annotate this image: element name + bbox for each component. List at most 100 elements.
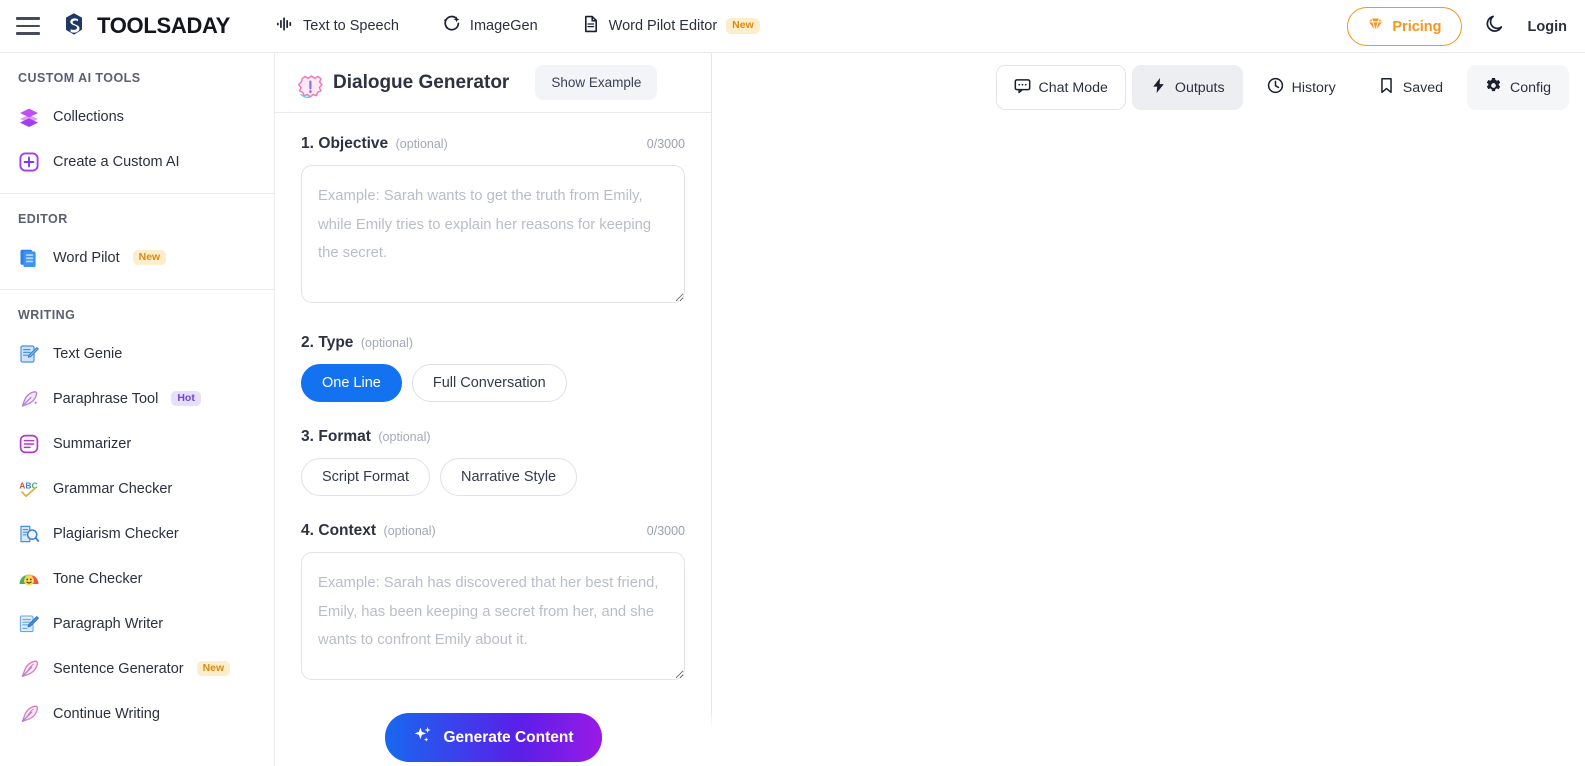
field-objective-label-wrap: 1. Objective (optional) xyxy=(301,135,448,153)
document-pen-icon xyxy=(18,343,40,365)
format-option-script-format[interactable]: Script Format xyxy=(301,458,431,496)
sidebar-item-collections[interactable]: Collections xyxy=(0,94,274,139)
chat-mode-button[interactable]: Chat Mode xyxy=(995,65,1126,110)
sidebar-section-editor: EDITOR xyxy=(18,212,68,226)
context-input[interactable] xyxy=(301,552,685,680)
nav-text-to-speech[interactable]: Text to Speech xyxy=(276,15,399,37)
outputs-button[interactable]: Outputs xyxy=(1131,65,1243,110)
sidebar-item-label: Sentence Generator xyxy=(53,660,184,677)
saved-label: Saved xyxy=(1402,79,1443,96)
clock-icon xyxy=(1267,77,1284,98)
abc-check-icon: A B C xyxy=(18,478,40,500)
sparkle-image-icon xyxy=(443,15,461,37)
logo-mark-icon xyxy=(60,10,88,43)
history-button[interactable]: History xyxy=(1249,65,1354,110)
field-type-label-wrap: 2. Type (optional) xyxy=(301,334,413,352)
sidebar-item-paragraph-writer[interactable]: Paragraph Writer xyxy=(0,601,274,646)
lightning-icon xyxy=(1150,77,1167,98)
field-type: 2. Type (optional) One Line Full Convers… xyxy=(301,334,685,402)
history-label: History xyxy=(1291,79,1336,96)
book-magnifier-icon xyxy=(18,523,40,545)
sidebar-item-plagiarism-checker[interactable]: Plagiarism Checker xyxy=(0,511,274,556)
sparkles-icon xyxy=(413,725,433,750)
sidebar-item-word-pilot[interactable]: Word Pilot New xyxy=(0,235,274,280)
bookmark-icon xyxy=(1378,77,1395,98)
field-label: Format xyxy=(318,428,371,445)
field-label: Context xyxy=(318,522,377,539)
objective-input[interactable] xyxy=(301,165,685,303)
waveform-icon xyxy=(276,15,294,37)
sidebar-item-paraphrase-tool[interactable]: Paraphrase Tool Hot xyxy=(0,376,274,421)
login-link[interactable]: Login xyxy=(1528,19,1567,35)
show-example-button[interactable]: Show Example xyxy=(535,65,658,100)
field-char-counter: 0/3000 xyxy=(646,524,685,538)
quill-sparkle-icon xyxy=(18,388,40,410)
sidebar-badge-hot: Hot xyxy=(171,390,201,407)
dark-mode-toggle[interactable] xyxy=(1484,13,1506,40)
field-type-header: 2. Type (optional) xyxy=(301,334,685,352)
sidebar-divider xyxy=(0,289,274,290)
config-button[interactable]: Config xyxy=(1466,65,1569,110)
format-option-narrative-style[interactable]: Narrative Style xyxy=(440,458,578,496)
generate-content-button[interactable]: Generate Content xyxy=(385,713,602,762)
sidebar-item-label: Collections xyxy=(53,108,124,125)
page-pencil-icon xyxy=(18,613,40,635)
sidebar-item-tone-checker[interactable]: Tone Checker xyxy=(0,556,274,601)
output-toolbar: Chat Mode Outputs History Saved Config xyxy=(995,65,1569,110)
sidebar-item-label: Tone Checker xyxy=(53,570,143,587)
field-format-header: 3. Format (optional) xyxy=(301,428,685,446)
field-context-label-wrap: 4. Context (optional) xyxy=(301,522,436,540)
output-panel: Chat Mode Outputs History Saved Config xyxy=(713,53,1585,766)
document-blue-icon xyxy=(18,247,40,269)
saved-button[interactable]: Saved xyxy=(1360,65,1461,110)
sidebar-item-label: Continue Writing xyxy=(53,705,160,722)
toolsaday-logo[interactable]: TOOLSADAY xyxy=(60,10,230,43)
sidebar-section-custom-ai-tools: CUSTOM AI TOOLS xyxy=(18,71,141,85)
nav-label: Text to Speech xyxy=(303,18,399,34)
svg-text:B: B xyxy=(25,480,31,490)
layers-icon xyxy=(18,106,40,128)
sidebar-badge-new: New xyxy=(132,249,167,266)
field-number: 2. xyxy=(301,334,314,351)
format-options: Script Format Narrative Style xyxy=(301,458,685,496)
field-optional-tag: (optional) xyxy=(378,430,431,444)
sidebar-item-continue-writing[interactable]: Continue Writing xyxy=(0,691,274,736)
field-number: 1. xyxy=(301,135,314,152)
nav-word-pilot-editor[interactable]: Word Pilot Editor New xyxy=(582,15,760,37)
nav-imagegen[interactable]: ImageGen xyxy=(443,15,538,37)
form-header: Dialogue Generator Show Example xyxy=(275,53,711,113)
feather-icon xyxy=(18,703,40,725)
sidebar-section-writing: WRITING xyxy=(18,308,76,322)
sidebar-item-summarizer[interactable]: Summarizer xyxy=(0,421,274,466)
sidebar-item-create-custom-ai[interactable]: Create a Custom AI xyxy=(0,139,274,184)
sidebar-item-text-genie[interactable]: Text Genie xyxy=(0,331,274,376)
sidebar-item-label: Paragraph Writer xyxy=(53,615,164,632)
logo-text: TOOLSADAY xyxy=(97,13,230,38)
type-option-one-line[interactable]: One Line xyxy=(301,364,402,402)
sidebar-item-label: Paraphrase Tool xyxy=(53,390,159,407)
hamburger-menu-icon[interactable] xyxy=(16,17,40,35)
pricing-button[interactable]: Pricing xyxy=(1347,7,1462,46)
sidebar-item-grammar-checker[interactable]: A B C Grammar Checker xyxy=(0,466,274,511)
top-navigation-bar: TOOLSADAY Text to Speech ImageGen Word P… xyxy=(0,0,1585,53)
top-right-actions: Pricing Login xyxy=(1347,0,1567,53)
generate-label: Generate Content xyxy=(443,728,574,746)
type-option-full-conversation[interactable]: Full Conversation xyxy=(411,364,567,402)
field-context: 4. Context (optional) 0/3000 xyxy=(301,522,685,685)
sidebar-item-label: Summarizer xyxy=(53,435,132,452)
sidebar-divider xyxy=(0,193,274,194)
field-number: 4. xyxy=(301,522,314,539)
sidebar-badge-new: New xyxy=(196,660,231,677)
page-title: Dialogue Generator xyxy=(333,71,510,93)
field-optional-tag: (optional) xyxy=(360,336,413,350)
outputs-label: Outputs xyxy=(1174,79,1225,96)
config-label: Config xyxy=(1509,79,1551,96)
feather-icon xyxy=(18,658,40,680)
field-format-label-wrap: 3. Format (optional) xyxy=(301,428,431,446)
sidebar-item-sentence-generator[interactable]: Sentence Generator New xyxy=(0,646,274,691)
summarize-icon xyxy=(18,433,40,455)
type-options: One Line Full Conversation xyxy=(301,364,685,402)
form-body: 1. Objective (optional) 0/3000 2. Type (… xyxy=(275,113,711,766)
field-objective-header: 1. Objective (optional) 0/3000 xyxy=(301,135,685,153)
chat-bubble-icon xyxy=(1014,77,1031,98)
